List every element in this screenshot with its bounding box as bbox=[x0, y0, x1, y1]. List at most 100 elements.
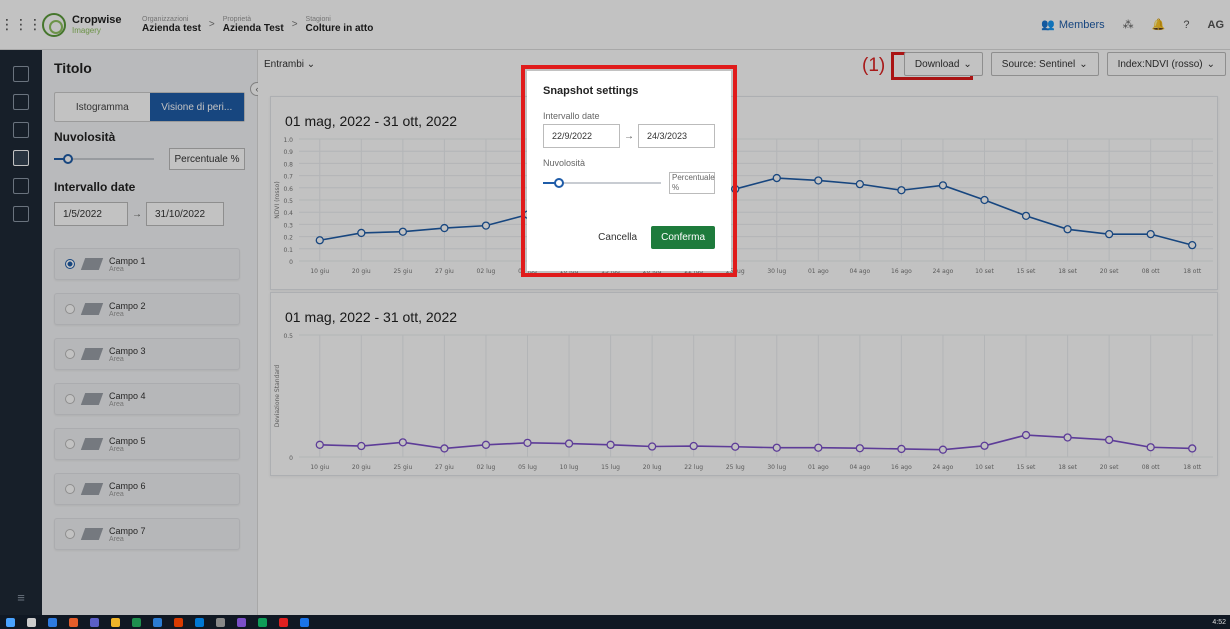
list-item[interactable]: Campo 2 Area bbox=[54, 293, 240, 325]
date-to-input[interactable]: 31/10/2022 bbox=[146, 202, 224, 226]
data-point[interactable] bbox=[980, 195, 989, 205]
slider-handle[interactable] bbox=[63, 154, 73, 164]
data-point[interactable] bbox=[772, 443, 781, 452]
data-point[interactable] bbox=[1063, 433, 1072, 442]
data-point[interactable] bbox=[398, 227, 408, 236]
list-item[interactable]: Campo 7 Area bbox=[54, 518, 240, 550]
integrations-icon[interactable]: ⁂ bbox=[1123, 18, 1134, 31]
app-icon[interactable] bbox=[90, 617, 99, 627]
folder-icon[interactable] bbox=[111, 617, 120, 627]
data-point[interactable] bbox=[647, 442, 657, 451]
radio-button[interactable] bbox=[65, 484, 75, 494]
dashboard-icon[interactable] bbox=[13, 66, 29, 82]
slider-handle[interactable] bbox=[554, 178, 564, 188]
apps-grid-icon[interactable]: ⋮⋮⋮ bbox=[0, 0, 42, 50]
data-point[interactable] bbox=[731, 442, 740, 451]
field-icon[interactable] bbox=[13, 122, 29, 138]
data-point[interactable] bbox=[814, 176, 823, 185]
data-point[interactable] bbox=[606, 440, 615, 449]
data-point[interactable] bbox=[357, 441, 366, 451]
map-icon[interactable] bbox=[13, 94, 29, 110]
data-point[interactable] bbox=[1021, 211, 1031, 221]
data-point[interactable] bbox=[398, 438, 408, 447]
source-dropdown[interactable]: Source: Sentinel ⌄ bbox=[990, 52, 1099, 76]
help-icon[interactable]: ? bbox=[1183, 19, 1189, 31]
list-item[interactable]: Campo 5 Area bbox=[54, 428, 240, 460]
app-icon[interactable] bbox=[300, 617, 309, 627]
cloud-cover-slider[interactable] bbox=[54, 154, 154, 164]
data-point[interactable] bbox=[315, 236, 324, 245]
notifications-bell-icon[interactable]: 🔔 bbox=[1152, 18, 1166, 31]
cancel-button[interactable]: Cancella bbox=[598, 232, 637, 243]
breadcrumb-organization[interactable]: Organizzazioni Azienda test bbox=[142, 16, 201, 34]
analytics-icon[interactable] bbox=[13, 150, 29, 166]
search-icon[interactable] bbox=[27, 617, 36, 627]
data-point[interactable] bbox=[938, 445, 948, 454]
app-icon[interactable] bbox=[132, 617, 141, 627]
index-dropdown[interactable]: Index:NDVI (rosso) ⌄ bbox=[1106, 52, 1226, 76]
notes-icon[interactable] bbox=[13, 178, 29, 194]
data-point[interactable] bbox=[357, 228, 366, 238]
tab-period-view[interactable]: Visione di peri... bbox=[149, 93, 244, 121]
data-point[interactable] bbox=[315, 440, 324, 449]
date-to-input[interactable]: 24/3/2023 bbox=[638, 124, 715, 148]
data-point[interactable] bbox=[481, 440, 491, 449]
app-icon[interactable] bbox=[174, 617, 183, 627]
data-point[interactable] bbox=[1021, 430, 1031, 440]
data-point[interactable] bbox=[1104, 230, 1114, 239]
radio-button[interactable] bbox=[65, 394, 75, 404]
app-icon[interactable] bbox=[216, 617, 225, 627]
data-point[interactable] bbox=[1063, 225, 1072, 234]
radio-button[interactable] bbox=[65, 529, 75, 539]
list-item[interactable]: Campo 3 Area bbox=[54, 338, 240, 370]
tab-histogram[interactable]: Istogramma bbox=[55, 93, 150, 121]
data-point[interactable] bbox=[1146, 230, 1155, 239]
radio-button[interactable] bbox=[65, 439, 75, 449]
list-item[interactable]: Campo 1 Area bbox=[54, 248, 240, 280]
data-point[interactable] bbox=[440, 223, 449, 233]
expand-menu-icon[interactable]: ≡ bbox=[17, 590, 25, 605]
date-from-input[interactable]: 1/5/2022 bbox=[54, 202, 128, 226]
browser-icon[interactable] bbox=[258, 617, 267, 627]
data-point[interactable] bbox=[440, 444, 449, 453]
radio-button[interactable] bbox=[65, 259, 75, 269]
user-avatar[interactable]: AG bbox=[1208, 19, 1225, 31]
cloud-cover-slider[interactable] bbox=[543, 178, 661, 188]
list-item[interactable]: Campo 6 Area bbox=[54, 473, 240, 505]
data-point[interactable] bbox=[1146, 443, 1155, 452]
data-point[interactable] bbox=[481, 221, 491, 230]
app-icon[interactable] bbox=[195, 617, 204, 627]
data-point[interactable] bbox=[1188, 444, 1197, 453]
app-logo[interactable]: Cropwise Imagery bbox=[42, 12, 134, 37]
data-point[interactable] bbox=[689, 441, 698, 451]
start-icon[interactable] bbox=[6, 617, 15, 627]
data-point[interactable] bbox=[855, 444, 865, 453]
data-point[interactable] bbox=[897, 186, 906, 195]
report-icon[interactable] bbox=[13, 206, 29, 222]
data-point[interactable] bbox=[855, 179, 865, 189]
data-point[interactable] bbox=[980, 441, 989, 450]
filter-dropdown[interactable]: Entrambi ⌄ bbox=[264, 59, 315, 70]
app-icon[interactable] bbox=[153, 617, 162, 627]
data-point[interactable] bbox=[1188, 240, 1197, 250]
confirm-button[interactable]: Conferma bbox=[651, 226, 715, 249]
radio-button[interactable] bbox=[65, 349, 75, 359]
data-point[interactable] bbox=[772, 173, 781, 183]
list-item[interactable]: Campo 4 Area bbox=[54, 383, 240, 415]
breadcrumb-season[interactable]: Stagioni Colture in atto bbox=[306, 16, 374, 34]
app-icon[interactable] bbox=[48, 617, 57, 627]
pdf-icon[interactable] bbox=[279, 617, 288, 627]
breadcrumb-property[interactable]: Proprietà Azienda Test bbox=[223, 16, 284, 34]
app-icon[interactable] bbox=[237, 617, 246, 627]
app-icon[interactable] bbox=[69, 617, 78, 627]
data-point[interactable] bbox=[564, 439, 574, 448]
download-button[interactable]: Download ⌄ bbox=[903, 52, 983, 76]
members-button[interactable]: 👥 Members bbox=[1041, 18, 1105, 32]
data-point[interactable] bbox=[814, 443, 823, 452]
data-point[interactable] bbox=[523, 438, 532, 447]
date-from-input[interactable]: 22/9/2022 bbox=[543, 124, 620, 148]
data-point[interactable] bbox=[1104, 435, 1114, 445]
data-point[interactable] bbox=[897, 444, 906, 454]
data-point[interactable] bbox=[938, 181, 948, 190]
radio-button[interactable] bbox=[65, 304, 75, 314]
